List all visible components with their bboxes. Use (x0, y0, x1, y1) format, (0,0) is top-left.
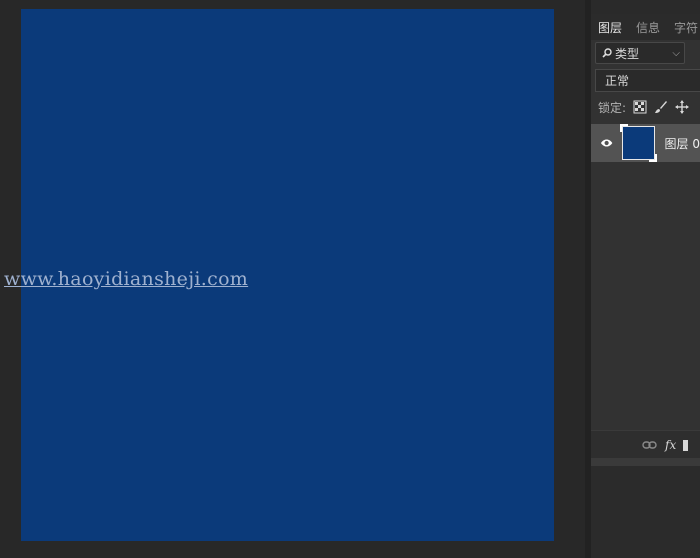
lock-label: 锁定: (598, 100, 627, 115)
layers-panel-footer: fx (591, 430, 700, 459)
tab-layers[interactable]: 图层 (591, 19, 629, 36)
chevron-down-icon: ⌵ (672, 47, 680, 59)
watermark-text: www.haoyidiansheji.com (4, 268, 249, 290)
link-icon[interactable] (642, 440, 657, 450)
panel-tabs: 图层 信息 字符 (591, 14, 700, 40)
layer-item[interactable]: 图层 0 (591, 124, 700, 162)
document-workspace: www.haoyidiansheji.com (0, 0, 585, 558)
panel-bottom-edge (591, 458, 700, 466)
blend-mode-value: 正常 (605, 74, 630, 88)
lock-position-icon[interactable] (675, 100, 690, 114)
panel-lower-area (591, 466, 700, 558)
lock-row: 锁定: (598, 98, 690, 116)
lock-transparency-icon[interactable] (633, 100, 647, 114)
lock-pixels-icon[interactable] (654, 100, 668, 114)
search-icon (602, 48, 612, 58)
tab-character[interactable]: 字符 (667, 19, 700, 36)
layer-filter-select[interactable]: 类型 ⌵ (595, 42, 685, 64)
layer-name[interactable]: 图层 0 (665, 135, 700, 152)
layers-panel: 图层 信息 字符 类型 ⌵ 正常 锁定: 图层 0 fx (591, 0, 700, 558)
layer-thumbnail[interactable] (620, 124, 657, 162)
panel-header-strip (591, 0, 700, 14)
blend-mode-select[interactable]: 正常 (595, 69, 700, 92)
fx-icon[interactable]: fx (665, 438, 676, 452)
layers-list-empty-area (591, 162, 700, 430)
eye-icon[interactable] (600, 138, 613, 148)
tab-info[interactable]: 信息 (629, 19, 667, 36)
new-layer-icon[interactable] (683, 439, 689, 451)
layer-filter-label: 类型 (615, 46, 640, 61)
